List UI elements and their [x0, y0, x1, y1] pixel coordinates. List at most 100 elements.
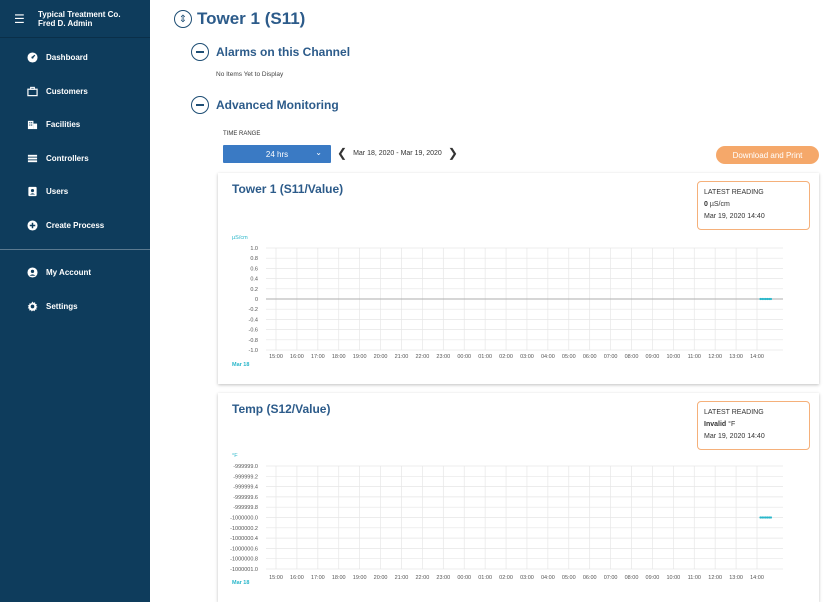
x-tick-label: 15:00: [269, 575, 283, 581]
y-tick-label: 0.2: [250, 287, 258, 293]
monitoring-section-title: Advanced Monitoring: [216, 98, 339, 112]
x-tick-label: 15:00: [269, 354, 283, 360]
dashboard-icon: [26, 52, 38, 64]
y-tick-label: -0.8: [249, 338, 258, 344]
y-tick-label: -999999.0: [233, 464, 258, 470]
main-content: ⇕ Tower 1 (S11) Alarms on this Channel N…: [150, 0, 834, 602]
x-tick-label: 14:00: [750, 575, 764, 581]
x-tick-label: 03:00: [520, 354, 534, 360]
line-chart: 1.0 0.8 0.6 0.4 0.2 0 -0.2 -0.4 -0.6 -0.8 -1.0 15:0…: [232, 235, 783, 368]
x-tick-label: 01:00: [478, 354, 492, 360]
x-tick-label: 21:00: [395, 575, 409, 581]
line-chart: -999999.0 -999999.2 -999999.4 -999999.6 -999…: [230, 453, 783, 586]
y-tick-label: -999999.2: [233, 474, 258, 480]
sidebar-item-my-account[interactable]: My Account: [0, 256, 150, 290]
sidebar-item-controllers[interactable]: Controllers: [0, 142, 150, 176]
x-tick-label: 10:00: [666, 575, 680, 581]
x-tick-label: 07:00: [604, 354, 618, 360]
sidebar-item-settings[interactable]: Settings: [0, 290, 150, 324]
time-range-label: TIME RANGE: [223, 131, 261, 137]
x-tick-label: 18:00: [332, 354, 346, 360]
sidebar-item-dashboard[interactable]: Dashboard: [0, 41, 150, 75]
sidebar-item-users[interactable]: Users: [0, 175, 150, 209]
user-name: Fred D. Admin: [38, 18, 93, 28]
expand-collapse-icon[interactable]: ⇕: [174, 10, 192, 28]
y-tick-label: 0.4: [250, 277, 258, 283]
x-tick-label: 21:00: [395, 354, 409, 360]
x-tick-label: 23:00: [436, 575, 450, 581]
y-tick-label: -1000000.4: [230, 536, 258, 542]
x-tick-label: 16:00: [290, 575, 304, 581]
hamburger-menu-icon[interactable]: ☰: [14, 13, 28, 25]
x-tick-label: 20:00: [374, 575, 388, 581]
prev-date-button[interactable]: ❮: [337, 147, 347, 159]
sidebar: ☰ Typical Treatment Co. Fred D. Admin Da…: [0, 0, 150, 602]
gear-icon: [26, 300, 38, 312]
y-axis-unit-label: °F: [232, 453, 238, 459]
y-tick-label: -0.2: [249, 307, 258, 313]
sidebar-item-label: Users: [46, 187, 69, 197]
y-tick-label: -0.4: [249, 317, 258, 323]
x-tick-label: 14:00: [750, 354, 764, 360]
x-tick-label: 22:00: [416, 575, 430, 581]
x-tick-label: 11:00: [688, 354, 701, 360]
y-tick-label: -999999.6: [233, 495, 258, 501]
time-range-select[interactable]: 24 hrs ⌄: [223, 145, 331, 163]
x-tick-label: 08:00: [625, 354, 639, 360]
x-tick-label: 17:00: [311, 575, 325, 581]
y-tick-label: 0.8: [250, 256, 258, 262]
user-badge-icon: [26, 186, 38, 198]
alarms-empty-message: No Items Yet to Display: [216, 71, 284, 78]
x-tick-label: 19:00: [353, 354, 367, 360]
sidebar-item-label: Dashboard: [46, 53, 88, 63]
y-tick-label: -1000000.0: [230, 516, 258, 522]
y-tick-label: -1.0: [249, 348, 258, 354]
x-tick-label: 04:00: [541, 354, 555, 360]
y-tick-label: -1000000.2: [230, 526, 258, 532]
page-title: Tower 1 (S11): [197, 9, 306, 28]
chevron-down-icon: ⌄: [315, 148, 322, 157]
page-header: ⇕ Tower 1 (S11): [174, 9, 305, 29]
sidebar-item-customers[interactable]: Customers: [0, 75, 150, 109]
y-tick-label: -1000000.6: [230, 546, 258, 552]
sidebar-item-create-process[interactable]: Create Process: [0, 209, 150, 243]
x-tick-label: 12:00: [708, 575, 722, 581]
date-separator: -: [396, 149, 399, 157]
sidebar-item-label: My Account: [46, 268, 92, 278]
x-tick-label: 00:00: [457, 575, 471, 581]
x-tick-label: 19:00: [353, 575, 367, 581]
date-to: Mar 19, 2020: [400, 149, 442, 157]
brand-header: ☰ Typical Treatment Co. Fred D. Admin: [0, 0, 150, 38]
x-tick-label: 00:00: [457, 354, 471, 360]
sidebar-item-label: Customers: [46, 86, 88, 96]
brand-text: Typical Treatment Co. Fred D. Admin: [38, 10, 121, 28]
download-print-button[interactable]: Download and Print: [716, 146, 819, 164]
x-tick-label: 22:00: [416, 354, 430, 360]
x-tick-label: 05:00: [562, 575, 576, 581]
alarms-section-header[interactable]: Alarms on this Channel: [191, 43, 350, 61]
y-tick-label: -999999.8: [233, 505, 258, 511]
data-point: [769, 516, 773, 519]
y-axis-unit-label: µS/cm: [232, 235, 248, 241]
x-tick-label: 13:00: [729, 354, 743, 360]
monitoring-section-header[interactable]: Advanced Monitoring: [191, 96, 339, 114]
collapse-icon[interactable]: [191, 43, 209, 61]
sidebar-item-label: Settings: [46, 301, 78, 311]
x-tick-label: 18:00: [332, 575, 346, 581]
date-navigator: ❮ Mar 18, 2020 - Mar 19, 2020 ❯: [337, 147, 458, 159]
x-tick-label: 20:00: [374, 354, 388, 360]
chart-card: Temp (S12/Value) LATEST READING Invalid …: [218, 393, 819, 602]
company-name: Typical Treatment Co.: [38, 9, 121, 19]
plus-circle-icon: [26, 219, 38, 231]
collapse-icon[interactable]: [191, 96, 209, 114]
x-tick-label: 03:00: [520, 575, 534, 581]
x-tick-label: 17:00: [311, 354, 325, 360]
sidebar-item-facilities[interactable]: Facilities: [0, 108, 150, 142]
y-tick-label: -999999.4: [233, 485, 258, 491]
sidebar-divider: [0, 249, 150, 250]
y-tick-label: -1000000.8: [230, 557, 258, 563]
next-date-button[interactable]: ❯: [448, 147, 458, 159]
x-tick-label: 02:00: [499, 575, 513, 581]
y-tick-label: -1000001.0: [230, 567, 258, 573]
x-tick-label: 04:00: [541, 575, 555, 581]
